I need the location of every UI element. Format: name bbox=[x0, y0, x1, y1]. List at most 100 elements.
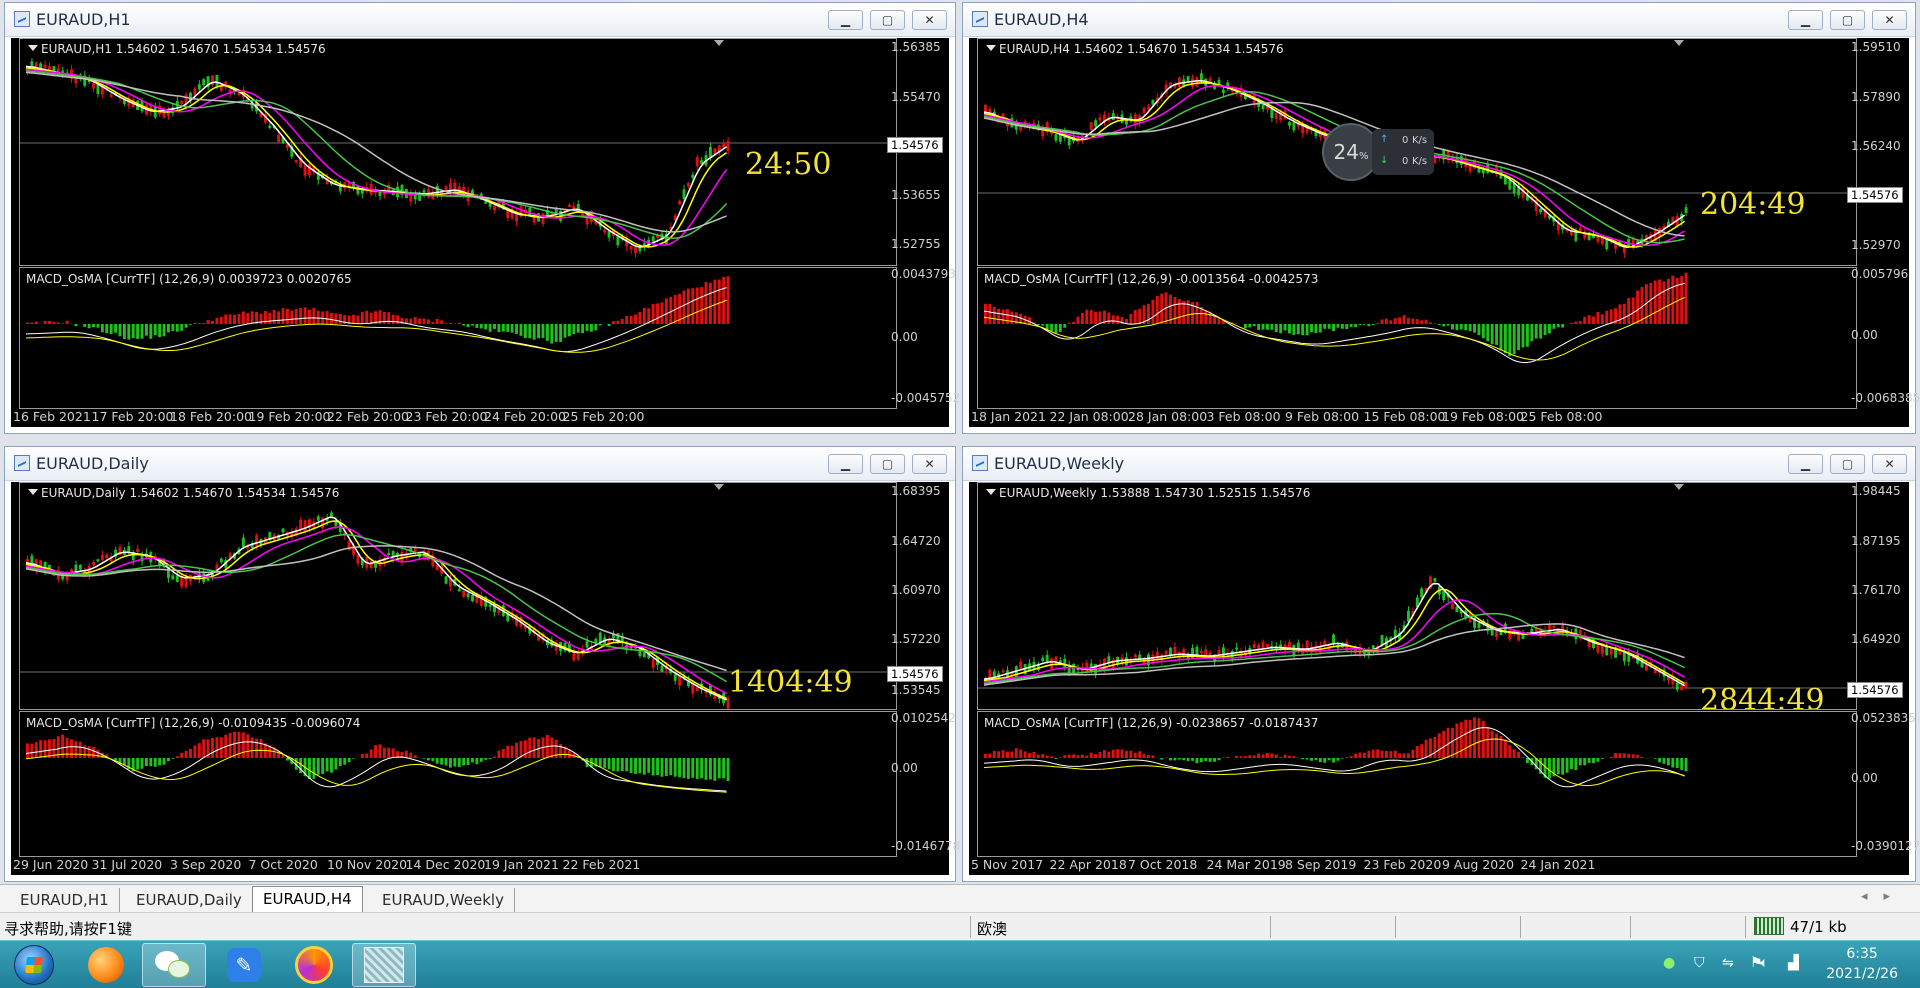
taskbar-firefox[interactable] bbox=[282, 943, 346, 987]
title-bar[interactable]: EURAUD,Weekly ▁ ▢ ✕ bbox=[963, 447, 1915, 481]
candle-body bbox=[722, 143, 726, 148]
candle-body bbox=[988, 108, 992, 113]
maximize-button[interactable]: ▢ bbox=[870, 10, 905, 30]
chart-area[interactable]: EURAUD,Daily 1.54602 1.54670 1.54534 1.5… bbox=[11, 482, 960, 875]
close-button[interactable]: ✕ bbox=[1872, 10, 1907, 30]
tab-euraud-daily[interactable]: EURAUD,Daily bbox=[126, 888, 253, 912]
title-bar[interactable]: EURAUD,H4 ▁ ▢ ✕ bbox=[963, 3, 1915, 37]
macd-tick: 0.0102542 bbox=[891, 711, 956, 725]
time-axis-label: 24 Feb 20:00 bbox=[484, 409, 567, 424]
macd-histogram-bar bbox=[1490, 324, 1494, 345]
chart-tabs: EURAUD,H1 EURAUD,Daily EURAUD,H4 EURAUD,… bbox=[0, 884, 1920, 913]
macd-histogram-bar bbox=[1473, 324, 1476, 333]
tab-euraud-h4[interactable]: EURAUD,H4 bbox=[252, 886, 363, 913]
system-clock[interactable]: 6:35 2021/2/26 bbox=[1826, 944, 1898, 984]
signal-tray-icon[interactable]: ▟ bbox=[1788, 955, 1799, 971]
macd-histogram-bar bbox=[510, 745, 514, 758]
chart-window-h1[interactable]: EURAUD,H1 ▁ ▢ ✕ EURAUD,H1 1.54602 1.5467… bbox=[4, 2, 960, 434]
macd-histogram-bar bbox=[1442, 324, 1446, 327]
candle-body bbox=[1164, 651, 1168, 655]
dropdown-marker-icon[interactable] bbox=[1674, 484, 1684, 490]
collapse-triangle-icon[interactable] bbox=[28, 45, 38, 51]
macd-histogram-bar bbox=[356, 315, 360, 324]
tab-euraud-h1[interactable]: EURAUD,H1 bbox=[10, 888, 120, 912]
macd-histogram-bar bbox=[250, 311, 254, 324]
collapse-triangle-icon[interactable] bbox=[28, 489, 38, 495]
title-bar[interactable]: EURAUD,Daily ▁ ▢ ✕ bbox=[5, 447, 955, 481]
candle-body bbox=[1001, 670, 1005, 673]
taskbar-notes[interactable]: ✎ bbox=[212, 943, 276, 987]
chart-area[interactable]: EURAUD,Weekly 1.53888 1.54730 1.52515 1.… bbox=[969, 482, 1920, 875]
macd-histogram-bar bbox=[1618, 753, 1622, 758]
macd-histogram-bar bbox=[48, 321, 51, 324]
minimize-button[interactable]: ▁ bbox=[828, 454, 863, 474]
macd-pane[interactable]: MACD_OsMA [CurrTF] (12,26,9) -0.0013564 … bbox=[977, 267, 1857, 409]
macd-histogram-bar bbox=[1010, 751, 1014, 758]
price-pane[interactable]: EURAUD,Daily 1.54602 1.54670 1.54534 1.5… bbox=[19, 482, 897, 710]
network-speed-widget[interactable]: 24% ↑ 0 K/s ↓ 0 K/s bbox=[1322, 123, 1434, 181]
macd-histogram-bar bbox=[1358, 752, 1362, 758]
maximize-button[interactable]: ▢ bbox=[870, 454, 905, 474]
macd-histogram-bar bbox=[717, 758, 721, 779]
macd-histogram-bar bbox=[1384, 750, 1388, 758]
tab-euraud-weekly[interactable]: EURAUD,Weekly bbox=[372, 888, 515, 912]
tab-scroll-left-icon[interactable]: ◂ bbox=[1861, 889, 1884, 904]
macd-histogram-bar bbox=[1548, 324, 1551, 334]
macd-histogram-bar bbox=[360, 311, 364, 324]
minimize-button[interactable]: ▁ bbox=[1788, 10, 1823, 30]
chart-window-weekly[interactable]: EURAUD,Weekly ▁ ▢ ✕ EURAUD,Weekly 1.5388… bbox=[962, 446, 1920, 882]
close-button[interactable]: ✕ bbox=[912, 454, 947, 474]
connection-status-icon[interactable] bbox=[1754, 917, 1784, 935]
dropdown-marker-icon[interactable] bbox=[714, 40, 724, 46]
collapse-triangle-icon[interactable] bbox=[986, 489, 996, 495]
maximize-button[interactable]: ▢ bbox=[1830, 454, 1865, 474]
shield-tray-icon[interactable]: ⛉ bbox=[1694, 955, 1705, 971]
chart-area[interactable]: EURAUD,H4 1.54602 1.54670 1.54534 1.5457… bbox=[969, 38, 1920, 427]
network-tray-icon[interactable]: ⇋ bbox=[1722, 955, 1734, 971]
macd-histogram-bar bbox=[1411, 318, 1415, 324]
macd-pane[interactable]: MACD_OsMA [CurrTF] (12,26,9) -0.0109435 … bbox=[19, 711, 897, 857]
macd-histogram-bar bbox=[471, 758, 474, 763]
macd-histogram-bar bbox=[642, 307, 646, 324]
dropdown-marker-icon[interactable] bbox=[714, 484, 724, 490]
taskbar-trading-app[interactable] bbox=[352, 943, 416, 987]
chart-area[interactable]: EURAUD,H1 1.54602 1.54670 1.54534 1.5457… bbox=[11, 38, 960, 427]
taskbar-app-orange[interactable] bbox=[74, 943, 138, 987]
macd-histogram-bar bbox=[1085, 309, 1089, 324]
minimize-button[interactable]: ▁ bbox=[828, 10, 863, 30]
macd-histogram-bar bbox=[700, 758, 704, 779]
title-bar[interactable]: EURAUD,H1 ▁ ▢ ✕ bbox=[5, 3, 955, 37]
macd-histogram-bar bbox=[1653, 758, 1657, 759]
macd-label: MACD_OsMA [CurrTF] (12,26,9) 0.0039723 0… bbox=[26, 272, 352, 286]
candle-body bbox=[1481, 169, 1485, 174]
chart-window-daily[interactable]: EURAUD,Daily ▁ ▢ ✕ EURAUD,Daily 1.54602 … bbox=[4, 446, 960, 882]
price-pane[interactable]: EURAUD,Weekly 1.53888 1.54730 1.52515 1.… bbox=[977, 482, 1857, 710]
taskbar-wechat[interactable] bbox=[142, 943, 206, 987]
maximize-button[interactable]: ▢ bbox=[1830, 10, 1865, 30]
minimize-button[interactable]: ▁ bbox=[1788, 454, 1823, 474]
collapse-triangle-icon[interactable] bbox=[986, 45, 996, 51]
close-button[interactable]: ✕ bbox=[912, 10, 947, 30]
moving-average-line bbox=[25, 526, 727, 695]
tab-scroll-right-icon[interactable]: ▸ bbox=[1883, 889, 1906, 904]
macd-histogram-bar bbox=[1305, 758, 1309, 760]
candle-body bbox=[105, 554, 109, 559]
chart-window-h4[interactable]: EURAUD,H4 ▁ ▢ ✕ EURAUD,H4 1.54602 1.5467… bbox=[962, 2, 1920, 434]
macd-histogram-bar bbox=[629, 758, 633, 774]
candle-body bbox=[1508, 629, 1512, 640]
macd-histogram-bar bbox=[241, 732, 245, 758]
close-button[interactable]: ✕ bbox=[1872, 454, 1907, 474]
macd-histogram-bar bbox=[1587, 758, 1591, 763]
dropdown-marker-icon[interactable] bbox=[1674, 40, 1684, 46]
speaker-icon[interactable]: 🔈︎ bbox=[1760, 955, 1768, 971]
start-button[interactable] bbox=[2, 943, 66, 987]
macd-histogram-bar bbox=[1340, 324, 1344, 329]
price-pane[interactable]: EURAUD,H1 1.54602 1.54670 1.54534 1.5457… bbox=[19, 38, 897, 266]
macd-histogram-bar bbox=[1556, 758, 1560, 775]
macd-pane[interactable]: MACD_OsMA [CurrTF] (12,26,9) -0.0238657 … bbox=[977, 711, 1857, 857]
macd-tick: 0.00 bbox=[891, 761, 918, 775]
macd-histogram-bar bbox=[559, 324, 563, 342]
macd-pane[interactable]: MACD_OsMA [CurrTF] (12,26,9) 0.0039723 0… bbox=[19, 267, 897, 409]
macd-histogram-bar bbox=[1587, 315, 1591, 324]
wechat-tray-icon[interactable]: ● bbox=[1663, 955, 1675, 971]
